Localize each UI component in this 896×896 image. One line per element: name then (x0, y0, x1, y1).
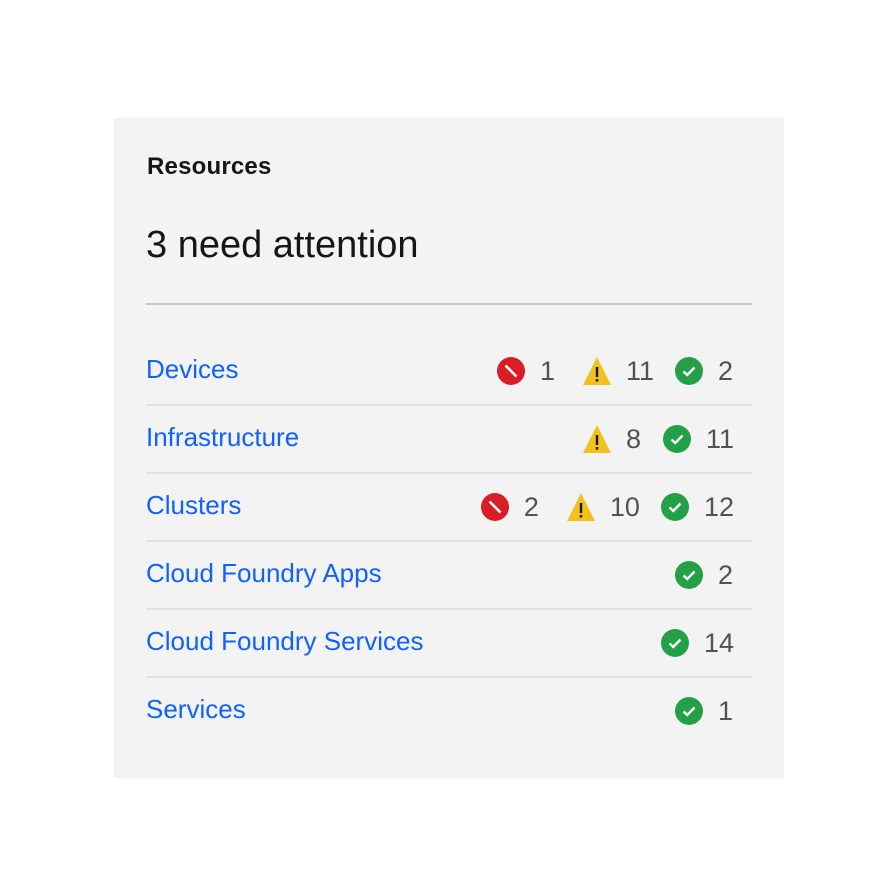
success-status: 12 (660, 492, 734, 523)
resource-link[interactable]: Infrastructure (146, 422, 299, 453)
status-group: 2 (654, 542, 734, 608)
resource-row-cloud-foundry-services: Cloud Foundry Services 14 (146, 610, 752, 678)
success-status: 2 (674, 560, 734, 591)
resource-row-services: Services 1 (146, 678, 752, 744)
checkmark-circle-icon (662, 424, 692, 454)
error-status: 2 (480, 492, 546, 523)
checkmark-circle-icon (660, 492, 690, 522)
error-count: 1 (539, 355, 555, 386)
error-count: 2 (523, 491, 539, 522)
success-count: 11 (705, 423, 734, 454)
warning-triangle-icon (582, 424, 612, 454)
success-count: 2 (718, 355, 734, 386)
resource-row-devices: Devices 1 11 2 (146, 338, 752, 406)
resource-link[interactable]: Services (146, 694, 246, 725)
blocked-circle-icon (496, 356, 526, 386)
blocked-circle-icon (480, 492, 510, 522)
success-status: 1 (674, 696, 734, 727)
warning-count: 10 (609, 491, 640, 522)
warning-status: 11 (582, 356, 654, 387)
success-status: 14 (660, 628, 734, 659)
resource-row-cloud-foundry-apps: Cloud Foundry Apps 2 (146, 542, 752, 610)
success-status: 2 (674, 356, 734, 387)
status-group: 8 11 (562, 406, 734, 472)
error-status: 1 (496, 356, 562, 387)
resource-link[interactable]: Cloud Foundry Apps (146, 558, 382, 589)
checkmark-circle-icon (674, 560, 704, 590)
status-group: 14 (640, 610, 734, 676)
warning-triangle-icon (582, 356, 612, 386)
card-label: Resources (147, 153, 272, 180)
header-divider (146, 303, 752, 305)
success-count: 1 (718, 695, 734, 726)
warning-status: 10 (566, 492, 640, 523)
warning-count: 8 (625, 423, 641, 454)
status-group: 2 10 12 (460, 474, 734, 540)
warning-status: 8 (582, 424, 642, 455)
resource-link[interactable]: Devices (146, 354, 238, 385)
checkmark-circle-icon (660, 628, 690, 658)
resource-list: Devices 1 11 2 Infrastructure 8 11 Clusters… (146, 338, 752, 744)
success-count: 14 (703, 627, 734, 658)
resource-link[interactable]: Clusters (146, 490, 241, 521)
checkmark-circle-icon (674, 356, 704, 386)
resources-card: Resources 3 need attention Devices 1 11 2 … (114, 118, 784, 778)
warning-triangle-icon (566, 492, 596, 522)
checkmark-circle-icon (674, 696, 704, 726)
card-title: 3 need attention (146, 224, 419, 266)
resource-link[interactable]: Cloud Foundry Services (146, 626, 423, 657)
resource-row-infrastructure: Infrastructure 8 11 (146, 406, 752, 474)
resource-row-clusters: Clusters 2 10 12 (146, 474, 752, 542)
success-status: 11 (662, 424, 734, 455)
status-group: 1 11 2 (476, 338, 734, 404)
status-group: 1 (654, 678, 734, 744)
success-count: 2 (718, 559, 734, 590)
success-count: 12 (703, 491, 734, 522)
warning-count: 11 (625, 355, 654, 386)
